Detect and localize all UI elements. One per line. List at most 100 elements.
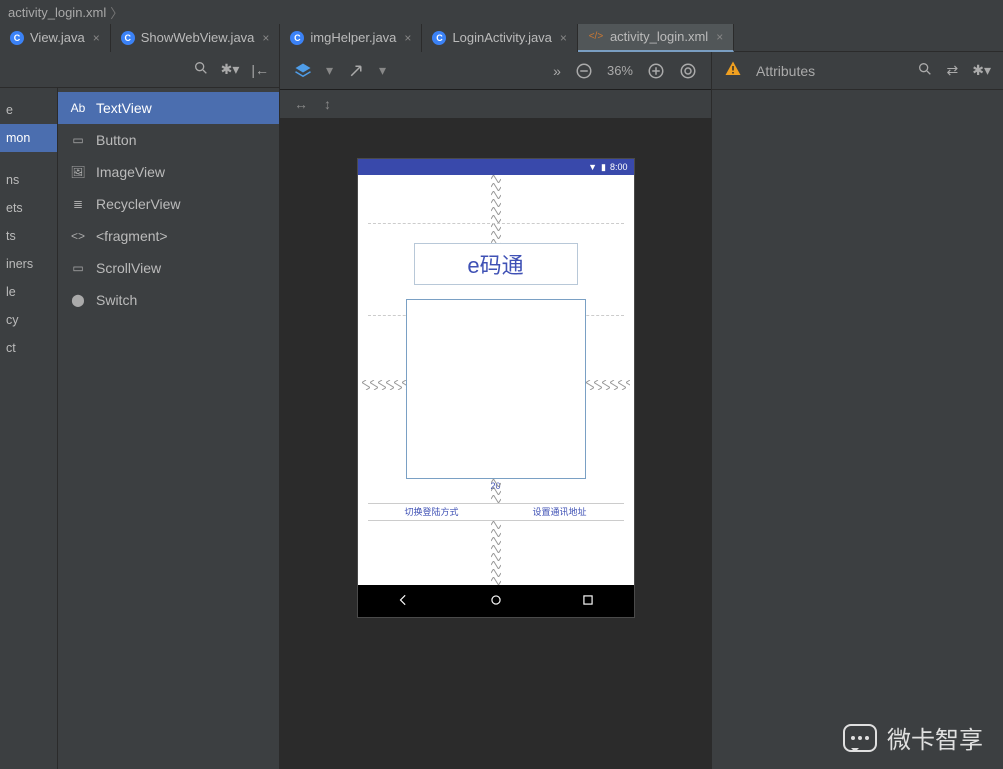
preview-title-text: e码通 bbox=[467, 248, 523, 280]
watermark-text: 微卡智享 bbox=[887, 720, 983, 755]
widget-recyclerview[interactable]: ≣ RecyclerView bbox=[58, 188, 279, 220]
cat-item[interactable]: e bbox=[0, 96, 57, 124]
signal-icon: ▮ bbox=[601, 162, 606, 173]
close-icon[interactable]: × bbox=[560, 31, 567, 45]
cat-item[interactable]: ets bbox=[0, 194, 57, 222]
design-canvas: ▾ ▾ » 36% ↔ ↕ ▼ bbox=[280, 52, 711, 769]
close-icon[interactable]: × bbox=[262, 31, 269, 45]
tab-view-java[interactable]: C View.java × bbox=[0, 24, 111, 52]
preview-title[interactable]: e码通 bbox=[414, 243, 578, 285]
pan-horizontal-icon[interactable]: ↔ bbox=[294, 96, 308, 112]
cat-item[interactable]: ts bbox=[0, 222, 57, 250]
palette-widgets: Ab TextView ▭ Button 🖼 ImageView ≣ Recyc… bbox=[58, 88, 279, 769]
java-icon: C bbox=[432, 31, 446, 45]
constraint-spring-icon bbox=[586, 380, 630, 390]
watermark: 微卡智享 bbox=[843, 720, 983, 755]
switch-icon: ⬤ bbox=[70, 292, 86, 308]
preview-link-address[interactable]: 设置通讯地址 bbox=[496, 504, 624, 520]
guideline bbox=[368, 223, 624, 224]
scrollview-icon: ▭ bbox=[70, 260, 86, 276]
tab-imghelper-java[interactable]: C imgHelper.java × bbox=[280, 24, 422, 52]
tab-label: View.java bbox=[30, 30, 85, 45]
widget-button[interactable]: ▭ Button bbox=[58, 124, 279, 156]
constraint-spring-icon bbox=[362, 380, 406, 390]
attributes-toolbar: Attributes ⇄ ✱▾ bbox=[712, 52, 1003, 90]
tab-activity-login-xml[interactable]: </> activity_login.xml × bbox=[578, 24, 734, 52]
close-icon[interactable]: × bbox=[404, 31, 411, 45]
gear-icon[interactable]: ✱▾ bbox=[972, 62, 991, 79]
recyclerview-icon: ≣ bbox=[70, 196, 86, 212]
chat-icon bbox=[843, 724, 877, 752]
widget-label: ScrollView bbox=[96, 260, 161, 276]
cat-item[interactable]: ct bbox=[0, 334, 57, 362]
widget-label: RecyclerView bbox=[96, 196, 181, 212]
wifi-icon: ▼ bbox=[588, 162, 597, 172]
fragment-icon: <> bbox=[70, 228, 86, 244]
device-preview[interactable]: ▼ ▮ 8:00 🎓 版本号:V1.0 e码通 bbox=[357, 158, 635, 618]
cat-item[interactable]: le bbox=[0, 278, 57, 306]
xml-icon: </> bbox=[588, 30, 604, 44]
breadcrumb-file[interactable]: activity_login.xml bbox=[8, 5, 106, 20]
swap-icon[interactable]: ⇄ bbox=[947, 62, 959, 79]
cat-item[interactable] bbox=[0, 152, 57, 166]
home-icon[interactable] bbox=[489, 593, 503, 610]
widget-label: TextView bbox=[96, 100, 152, 116]
widget-label: Switch bbox=[96, 292, 137, 308]
textview-icon: Ab bbox=[70, 100, 86, 116]
widget-label: ImageView bbox=[96, 164, 165, 180]
more-icon[interactable]: » bbox=[553, 63, 561, 79]
search-icon[interactable] bbox=[917, 61, 933, 80]
zoom-out-icon[interactable] bbox=[575, 62, 593, 80]
cat-item[interactable]: iners bbox=[0, 250, 57, 278]
cat-item[interactable]: cy bbox=[0, 306, 57, 334]
widget-label: Button bbox=[96, 132, 136, 148]
tab-label: activity_login.xml bbox=[610, 29, 708, 44]
widget-textview[interactable]: Ab TextView bbox=[58, 92, 279, 124]
palette-categories: e mon ns ets ts iners le cy ct bbox=[0, 88, 58, 769]
preview-link-switch[interactable]: 切换登陆方式 bbox=[368, 504, 496, 520]
widget-scrollview[interactable]: ▭ ScrollView bbox=[58, 252, 279, 284]
android-navbar bbox=[358, 585, 634, 617]
tab-label: LoginActivity.java bbox=[452, 30, 551, 45]
overview-icon[interactable] bbox=[581, 593, 595, 610]
zoom-level[interactable]: 36% bbox=[607, 63, 633, 78]
editor-tabs: C View.java × C ShowWebView.java × C img… bbox=[0, 24, 1003, 52]
tab-label: imgHelper.java bbox=[310, 30, 396, 45]
java-icon: C bbox=[290, 31, 304, 45]
fit-icon[interactable] bbox=[679, 62, 697, 80]
constraint-spring-icon bbox=[491, 479, 501, 503]
tab-loginactivity-java[interactable]: C LoginActivity.java × bbox=[422, 24, 578, 52]
attributes-panel: Attributes ⇄ ✱▾ bbox=[711, 52, 1003, 769]
widget-imageview[interactable]: 🖼 ImageView bbox=[58, 156, 279, 188]
canvas-toolbar: ▾ ▾ » 36% bbox=[280, 52, 711, 90]
widget-fragment[interactable]: <> <fragment> bbox=[58, 220, 279, 252]
expand-icon[interactable]: |← bbox=[251, 62, 269, 78]
back-icon[interactable] bbox=[397, 593, 411, 610]
palette-toolbar: ✱▾ |← bbox=[0, 52, 279, 88]
button-icon: ▭ bbox=[70, 132, 86, 148]
close-icon[interactable]: × bbox=[716, 30, 723, 44]
zoom-in-icon[interactable] bbox=[647, 62, 665, 80]
gear-icon[interactable]: ✱▾ bbox=[221, 61, 240, 78]
warning-icon[interactable] bbox=[724, 60, 742, 81]
tab-label: ShowWebView.java bbox=[141, 30, 255, 45]
widget-label: <fragment> bbox=[96, 228, 168, 244]
preview-container[interactable] bbox=[406, 299, 586, 479]
constraint-spring-icon bbox=[491, 521, 501, 585]
cat-item-common[interactable]: mon bbox=[0, 124, 57, 152]
orientation-icon[interactable] bbox=[347, 62, 365, 80]
status-time: 8:00 bbox=[610, 162, 628, 172]
java-icon: C bbox=[121, 31, 135, 45]
layers-icon[interactable] bbox=[294, 62, 312, 80]
close-icon[interactable]: × bbox=[93, 31, 100, 45]
widget-switch[interactable]: ⬤ Switch bbox=[58, 284, 279, 316]
cat-item[interactable]: ns bbox=[0, 166, 57, 194]
search-icon[interactable] bbox=[193, 60, 209, 79]
pan-vertical-icon[interactable]: ↕ bbox=[324, 96, 331, 112]
status-bar: ▼ ▮ 8:00 bbox=[358, 159, 634, 175]
preview-footer: 切换登陆方式 设置通讯地址 bbox=[368, 503, 624, 521]
chevron-right-icon: 〉 bbox=[110, 3, 123, 22]
canvas-sec-toolbar: ↔ ↕ bbox=[280, 90, 711, 118]
attributes-title: Attributes bbox=[756, 63, 903, 79]
tab-showwebview-java[interactable]: C ShowWebView.java × bbox=[111, 24, 281, 52]
